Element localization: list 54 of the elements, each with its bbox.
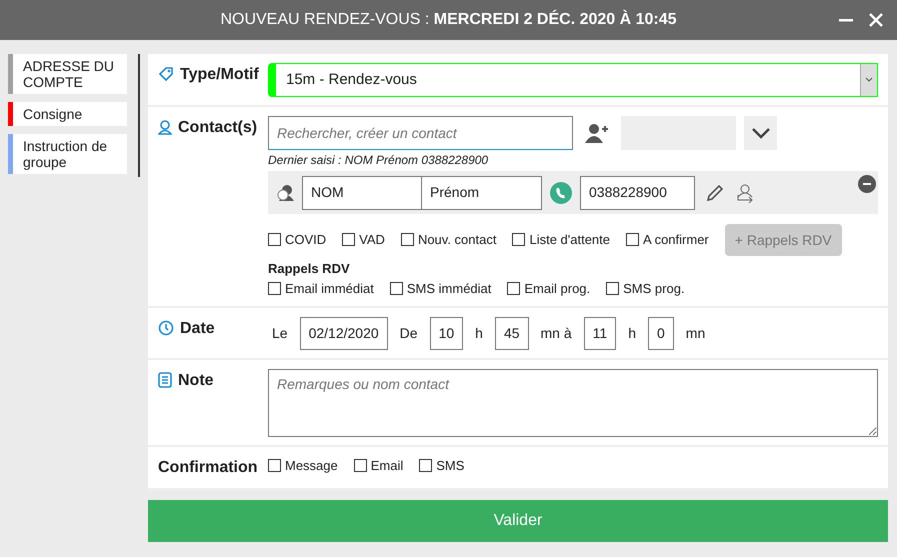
checkbox-option[interactable]: A confirmer	[626, 230, 709, 250]
person-icon	[158, 119, 172, 135]
sidebar-item[interactable]: ADRESSE DU COMPTE	[8, 54, 127, 94]
checkbox-option[interactable]: Nouv. contact	[400, 230, 496, 250]
phone-field[interactable]: 0388228900	[580, 176, 695, 210]
type-select[interactable]: 15m - Rendez-vous	[268, 63, 878, 97]
sidebar-item[interactable]: Consigne	[8, 102, 127, 126]
transfer-contact-icon[interactable]	[735, 182, 755, 202]
dropdown-toggle[interactable]	[744, 116, 777, 150]
date-label: h	[628, 324, 636, 343]
window-title: NOUVEAU RENDEZ-VOUS : MERCREDI 2 DÉC. 2020 À 10:45	[220, 8, 677, 30]
note-field[interactable]: Remarques ou nom contact	[268, 369, 878, 437]
checkbox-option[interactable]: SMS	[419, 456, 464, 476]
date-label: De	[400, 324, 418, 343]
date-field[interactable]: 45	[494, 317, 529, 350]
checkbox-option[interactable]: SMS prog.	[606, 278, 685, 298]
date-field[interactable]: 10	[430, 317, 464, 350]
checkbox-option[interactable]: Email	[354, 456, 404, 476]
last-entry-text: Dernier saisi : NOM Prénom 0388228900	[268, 152, 490, 169]
checkbox-option[interactable]: Email immédiat	[268, 278, 374, 298]
add-person-icon[interactable]	[585, 123, 609, 143]
checkbox-option[interactable]: SMS immédiat	[390, 278, 492, 298]
sidebar-item[interactable]: Instruction de groupe	[8, 134, 127, 174]
search-field[interactable]: Rechercher, créer un contact	[268, 116, 573, 150]
contact-icon	[276, 182, 296, 202]
clock-icon	[158, 320, 174, 336]
checkbox-option[interactable]: Message	[268, 456, 338, 476]
reminders-title: Rappels RDV	[268, 260, 351, 278]
chevron-down-icon	[752, 128, 770, 138]
field-label: Date	[180, 319, 215, 339]
note-icon	[158, 372, 172, 388]
date-label: mn à	[540, 324, 572, 343]
field-label: Contact(s)	[178, 118, 258, 138]
field-label: Type/Motif	[180, 65, 259, 85]
date-label: mn	[686, 324, 706, 343]
date-field[interactable]: 0	[648, 317, 674, 350]
field-label: Note	[178, 371, 214, 391]
caret-icon	[865, 77, 873, 83]
field-label: Confirmation	[158, 458, 258, 478]
checkbox-option[interactable]: Email prog.	[507, 278, 590, 298]
checkbox-option[interactable]: Liste d'attente	[512, 230, 610, 250]
checkbox-option[interactable]: COVID	[268, 230, 326, 250]
close-icon[interactable]	[869, 13, 883, 27]
date-label: h	[475, 324, 483, 343]
date-field[interactable]: 02/12/2020	[300, 317, 388, 350]
name-field[interactable]: NOM	[302, 176, 422, 210]
phone-icon	[550, 182, 572, 204]
tag-icon	[158, 66, 174, 82]
date-field[interactable]: 11	[584, 317, 616, 350]
remove-icon[interactable]	[858, 175, 876, 193]
date-label: Le	[272, 324, 288, 343]
first-name-field[interactable]: Prénom	[422, 176, 542, 210]
pencil-icon[interactable]	[705, 182, 725, 202]
checkbox-option[interactable]: VAD	[342, 230, 385, 250]
